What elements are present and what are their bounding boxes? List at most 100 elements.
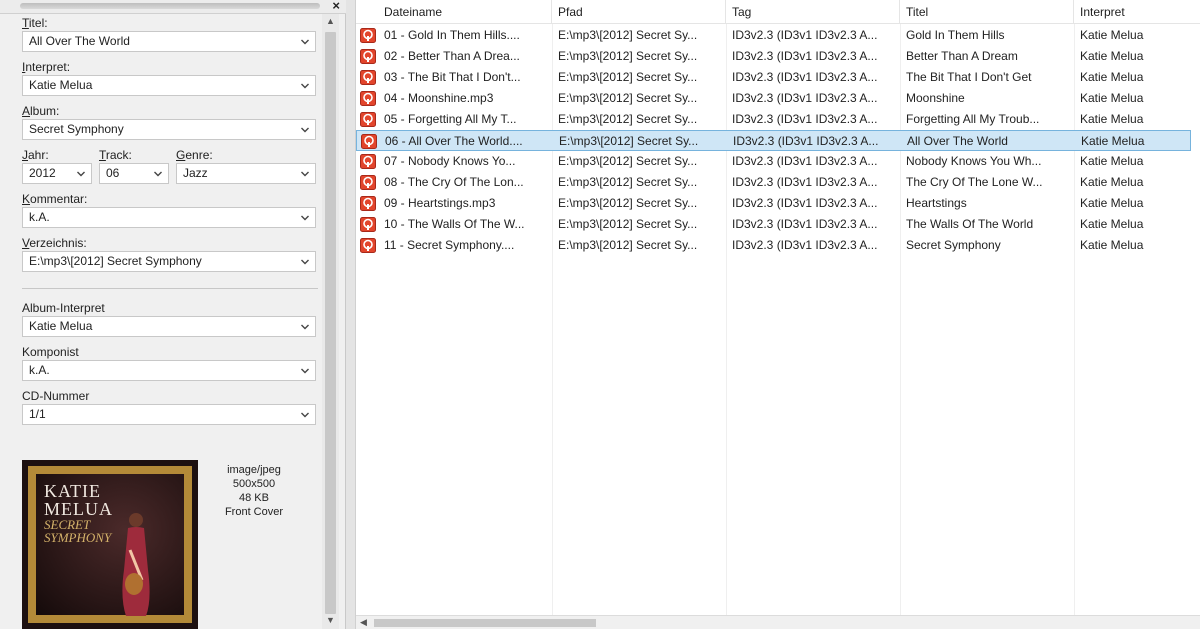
table-row[interactable]: 10 - The Walls Of The W... E:\mp3\[2012] … bbox=[356, 214, 1191, 235]
cell-interpret: Katie Melua bbox=[1080, 112, 1144, 126]
table-row[interactable]: 11 - Secret Symphony.... E:\mp3\[2012] Se… bbox=[356, 235, 1191, 256]
cell-dateiname: 01 - Gold In Them Hills.... bbox=[384, 28, 520, 42]
cell-interpret: Katie Melua bbox=[1080, 70, 1144, 84]
chevron-down-icon[interactable] bbox=[77, 170, 85, 178]
chevron-down-icon[interactable] bbox=[301, 367, 309, 375]
cell-titel: Heartstings bbox=[906, 196, 967, 210]
chevron-down-icon[interactable] bbox=[301, 411, 309, 419]
track-label: Track: bbox=[99, 148, 132, 162]
cell-titel: Forgetting All My Troub... bbox=[906, 112, 1040, 126]
album-value: Secret Symphony bbox=[29, 122, 124, 136]
table-row[interactable]: 09 - Heartstings.mp3 E:\mp3\[2012] Secret… bbox=[356, 193, 1191, 214]
cell-interpret: Katie Melua bbox=[1080, 238, 1144, 252]
interpret-field[interactable]: Katie Melua bbox=[22, 75, 316, 96]
cell-tag: ID3v2.3 (ID3v1 ID3v2.3 A... bbox=[732, 112, 878, 126]
titel-value: All Over The World bbox=[29, 34, 130, 48]
chevron-down-icon[interactable] bbox=[301, 214, 309, 222]
cd-nummer-field[interactable]: 1/1 bbox=[22, 404, 316, 425]
cell-tag: ID3v2.3 (ID3v1 ID3v2.3 A... bbox=[732, 238, 878, 252]
cover-info: image/jpeg 500x500 48 KB Front Cover bbox=[206, 463, 302, 519]
tag-fields: Titel: All Over The World Interpret: Kat… bbox=[22, 16, 318, 425]
jahr-field[interactable]: 2012 bbox=[22, 163, 92, 184]
interpret-value: Katie Melua bbox=[29, 78, 93, 92]
table-row[interactable]: 05 - Forgetting All My T... E:\mp3\[2012]… bbox=[356, 109, 1191, 130]
panel-grip[interactable] bbox=[20, 3, 320, 9]
jahr-label: Jahr: bbox=[22, 148, 49, 162]
horizontal-scrollbar[interactable]: ◀ bbox=[356, 615, 1200, 629]
cell-interpret: Katie Melua bbox=[1080, 28, 1144, 42]
cell-titel: The Cry Of The Lone W... bbox=[906, 175, 1043, 189]
chevron-down-icon[interactable] bbox=[301, 170, 309, 178]
chevron-down-icon[interactable] bbox=[154, 170, 162, 178]
cell-tag: ID3v2.3 (ID3v1 ID3v2.3 A... bbox=[732, 28, 878, 42]
cell-interpret: Katie Melua bbox=[1080, 175, 1144, 189]
komponist-field[interactable]: k.A. bbox=[22, 360, 316, 381]
table-row[interactable]: 08 - The Cry Of The Lon... E:\mp3\[2012] … bbox=[356, 172, 1191, 193]
column-header-pfad[interactable]: Pfad bbox=[552, 0, 726, 24]
scroll-left-icon[interactable]: ◀ bbox=[360, 616, 367, 629]
cell-titel: Secret Symphony bbox=[906, 238, 1001, 252]
cell-dateiname: 06 - All Over The World.... bbox=[385, 134, 523, 148]
list-header: Dateiname Pfad Tag Titel Interpret bbox=[356, 0, 1200, 24]
cell-dateiname: 07 - Nobody Knows Yo... bbox=[384, 154, 516, 168]
scroll-down-icon[interactable]: ▼ bbox=[322, 615, 339, 629]
column-header-titel[interactable]: Titel bbox=[900, 0, 1074, 24]
horizontal-scroll-thumb[interactable] bbox=[374, 619, 596, 627]
cell-pfad: E:\mp3\[2012] Secret Sy... bbox=[558, 112, 698, 126]
table-row[interactable]: 07 - Nobody Knows Yo... E:\mp3\[2012] Sec… bbox=[356, 151, 1191, 172]
album-field[interactable]: Secret Symphony bbox=[22, 119, 316, 140]
genre-label: Genre: bbox=[176, 148, 213, 162]
cell-pfad: E:\mp3\[2012] Secret Sy... bbox=[558, 70, 698, 84]
mp3-file-icon bbox=[360, 217, 376, 232]
column-header-tag[interactable]: Tag bbox=[726, 0, 900, 24]
genre-field[interactable]: Jazz bbox=[176, 163, 316, 184]
verzeichnis-value: E:\mp3\[2012] Secret Symphony bbox=[29, 254, 202, 268]
cell-dateiname: 08 - The Cry Of The Lon... bbox=[384, 175, 524, 189]
cd-nummer-value: 1/1 bbox=[29, 407, 46, 421]
cell-pfad: E:\mp3\[2012] Secret Sy... bbox=[558, 175, 698, 189]
cell-tag: ID3v2.3 (ID3v1 ID3v2.3 A... bbox=[732, 49, 878, 63]
table-row[interactable]: 02 - Better Than A Drea... E:\mp3\[2012] … bbox=[356, 46, 1191, 67]
cell-interpret: Katie Melua bbox=[1081, 134, 1145, 148]
cell-interpret: Katie Melua bbox=[1080, 49, 1144, 63]
scroll-up-icon[interactable]: ▲ bbox=[322, 16, 339, 30]
album-label: Album: bbox=[22, 104, 60, 118]
album-interpret-field[interactable]: Katie Melua bbox=[22, 316, 316, 337]
mp3-file-icon bbox=[360, 91, 376, 106]
cover-image[interactable]: KATIE MELUA SECRET SYMPHONY bbox=[22, 460, 198, 629]
panel-scroll-thumb[interactable] bbox=[325, 32, 336, 614]
chevron-down-icon[interactable] bbox=[301, 82, 309, 90]
chevron-down-icon[interactable] bbox=[301, 38, 309, 46]
track-field[interactable]: 06 bbox=[99, 163, 169, 184]
cell-dateiname: 09 - Heartstings.mp3 bbox=[384, 196, 496, 210]
table-row[interactable]: 04 - Moonshine.mp3 E:\mp3\[2012] Secret S… bbox=[356, 88, 1191, 109]
singer-figure bbox=[122, 513, 150, 616]
table-row[interactable]: 06 - All Over The World.... E:\mp3\[2012]… bbox=[356, 130, 1191, 151]
cell-pfad: E:\mp3\[2012] Secret Sy... bbox=[558, 217, 698, 231]
titel-label: Titel: bbox=[22, 16, 48, 30]
mp3-file-icon bbox=[360, 49, 376, 64]
cell-tag: ID3v2.3 (ID3v1 ID3v2.3 A... bbox=[732, 196, 878, 210]
kommentar-field[interactable]: k.A. bbox=[22, 207, 316, 228]
mp3-file-icon bbox=[360, 238, 376, 253]
chevron-down-icon[interactable] bbox=[301, 323, 309, 331]
chevron-down-icon[interactable] bbox=[301, 258, 309, 266]
cell-interpret: Katie Melua bbox=[1080, 217, 1144, 231]
verzeichnis-field[interactable]: E:\mp3\[2012] Secret Symphony bbox=[22, 251, 316, 272]
cell-interpret: Katie Melua bbox=[1080, 91, 1144, 105]
cell-titel: Better Than A Dream bbox=[906, 49, 1018, 63]
cell-pfad: E:\mp3\[2012] Secret Sy... bbox=[558, 238, 698, 252]
column-header-dateiname[interactable]: Dateiname bbox=[378, 0, 552, 24]
column-header-interpret[interactable]: Interpret bbox=[1074, 0, 1191, 24]
file-list: Dateiname Pfad Tag Titel Interpret 01 - … bbox=[355, 0, 1200, 629]
table-row[interactable]: 01 - Gold In Them Hills.... E:\mp3\[2012]… bbox=[356, 25, 1191, 46]
titel-field[interactable]: All Over The World bbox=[22, 31, 316, 52]
cover-title: KATIE MELUA bbox=[44, 481, 113, 519]
table-row[interactable]: 03 - The Bit That I Don't... E:\mp3\[2012… bbox=[356, 67, 1191, 88]
close-icon[interactable]: × bbox=[332, 0, 340, 13]
cell-titel: Moonshine bbox=[906, 91, 965, 105]
chevron-down-icon[interactable] bbox=[301, 126, 309, 134]
mp3-file-icon bbox=[360, 28, 376, 43]
panel-scrollbar[interactable]: ▲ ▼ bbox=[322, 14, 339, 629]
cell-pfad: E:\mp3\[2012] Secret Sy... bbox=[558, 49, 698, 63]
